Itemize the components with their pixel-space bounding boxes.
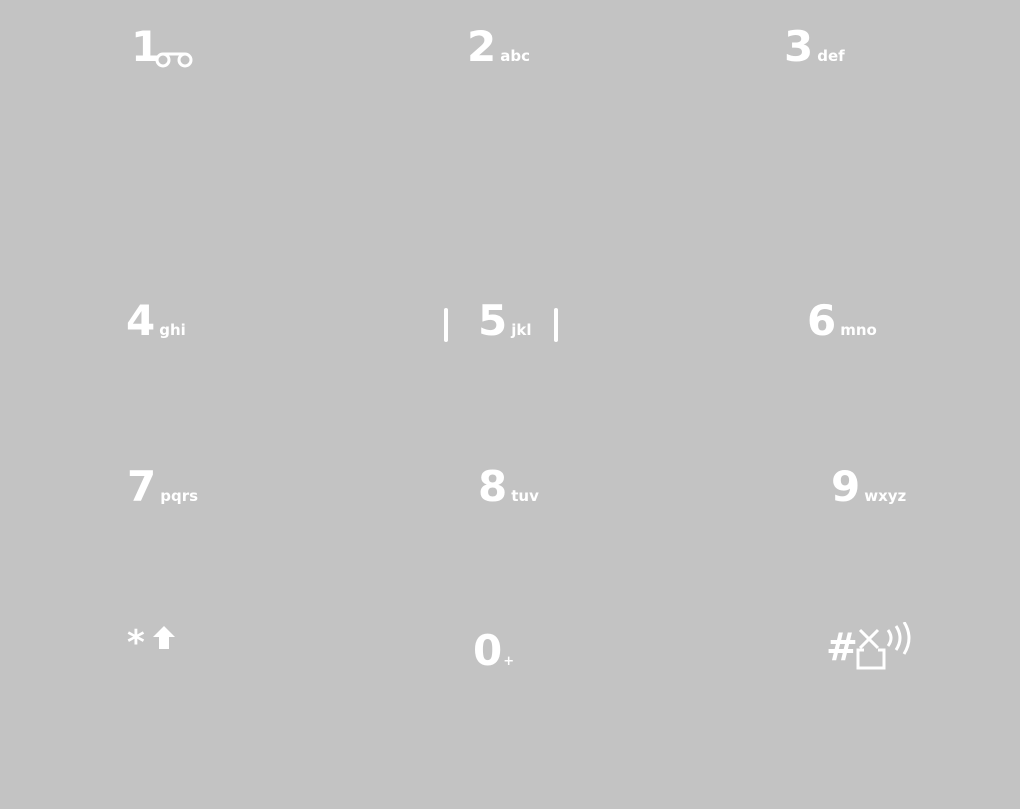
focus-indicator-left xyxy=(444,308,448,342)
key-hash[interactable]: # xyxy=(826,622,911,670)
key-0[interactable]: 0+ xyxy=(473,630,514,672)
key-star[interactable]: * xyxy=(127,623,175,663)
key-4-letters: ghi xyxy=(159,321,186,339)
vibrate-off-icon xyxy=(856,622,911,670)
key-7[interactable]: 7 pqrs xyxy=(127,466,198,508)
key-3-letters: def xyxy=(817,47,845,65)
key-1[interactable]: 1 xyxy=(131,26,193,68)
key-5-digit: 5 xyxy=(478,296,508,345)
key-6[interactable]: 6 mno xyxy=(807,300,877,342)
key-7-digit: 7 xyxy=(127,462,157,511)
key-8-digit: 8 xyxy=(478,462,508,511)
key-7-letters: pqrs xyxy=(160,487,199,505)
key-4-digit: 4 xyxy=(126,296,156,345)
key-3[interactable]: 3 def xyxy=(784,26,845,68)
key-3-digit: 3 xyxy=(784,22,814,71)
key-4[interactable]: 4 ghi xyxy=(126,300,186,342)
focus-indicator-right xyxy=(554,308,558,342)
key-8[interactable]: 8 tuv xyxy=(478,466,539,508)
key-2-digit: 2 xyxy=(467,22,497,71)
key-8-letters: tuv xyxy=(511,487,539,505)
key-6-letters: mno xyxy=(840,321,877,339)
key-5[interactable]: 5 jkl xyxy=(478,300,532,342)
key-5-letters: jkl xyxy=(511,321,532,339)
key-9-letters: wxyz xyxy=(864,487,907,505)
key-0-digit: 0 xyxy=(473,626,503,675)
key-9[interactable]: 9 wxyz xyxy=(831,466,906,508)
key-2-letters: abc xyxy=(500,47,530,65)
voicemail-icon xyxy=(155,52,193,68)
key-2[interactable]: 2 abc xyxy=(467,26,530,68)
key-9-digit: 9 xyxy=(831,462,861,511)
shift-arrow-icon xyxy=(153,626,175,649)
key-6-digit: 6 xyxy=(807,296,837,345)
key-0-letters: + xyxy=(503,654,515,669)
key-star-digit: * xyxy=(127,623,145,663)
